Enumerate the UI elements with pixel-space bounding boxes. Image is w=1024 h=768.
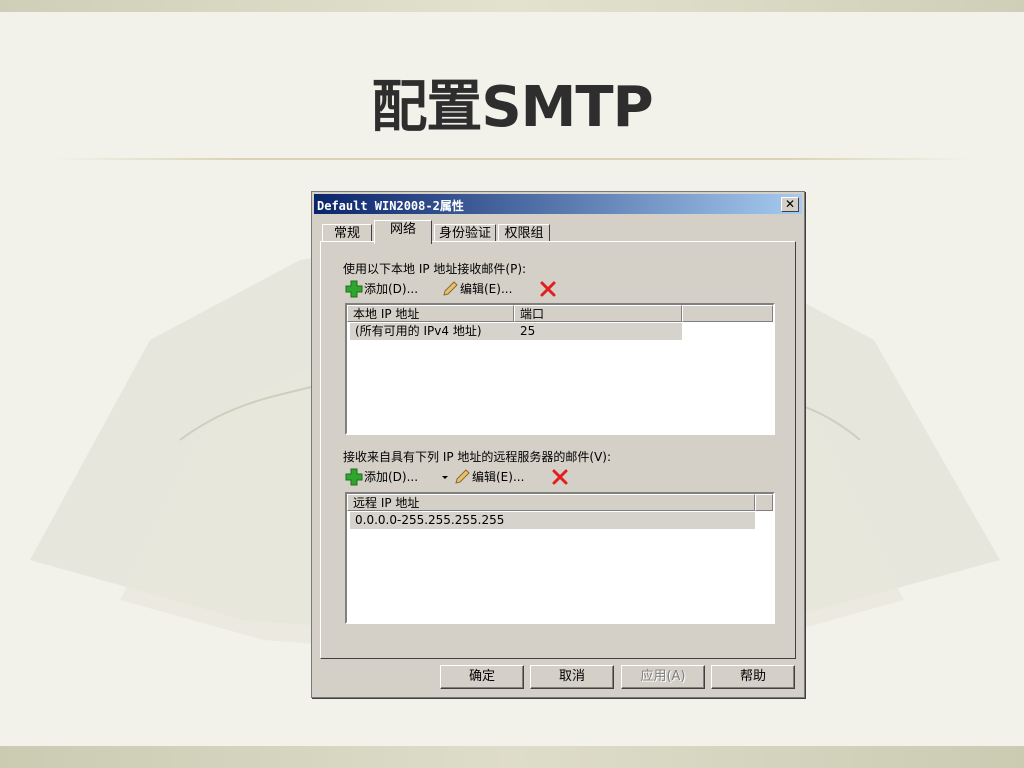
remote-ip-list-header: 远程 IP 地址 bbox=[347, 494, 773, 512]
tab-label: 身份验证 bbox=[438, 226, 491, 241]
column-header-empty bbox=[682, 305, 773, 322]
add-plus-icon bbox=[345, 468, 363, 486]
column-header-remote-ip[interactable]: 远程 IP 地址 bbox=[347, 494, 755, 511]
close-button[interactable]: ✕ bbox=[781, 197, 799, 212]
slide-title: 配置SMTP bbox=[371, 75, 653, 140]
local-ip-section-label: 使用以下本地 IP 地址接收邮件(P): bbox=[343, 262, 527, 276]
pencil-edit-icon bbox=[443, 281, 458, 296]
remote-ip-section-label: 接收来自具有下列 IP 地址的远程服务器的邮件(V): bbox=[343, 450, 612, 464]
cancel-button[interactable]: 取消 bbox=[530, 665, 614, 689]
help-button[interactable]: 帮助 bbox=[711, 665, 795, 689]
delete-x-icon bbox=[552, 469, 568, 485]
local-ip-list-header: 本地 IP 地址 端口 bbox=[347, 305, 773, 323]
remote-add-button[interactable]: 添加(D)... bbox=[345, 468, 418, 486]
remote-ip-toolbar: 添加(D)... 编辑(E)... bbox=[345, 468, 605, 486]
local-edit-button[interactable]: 编辑(E)... bbox=[441, 280, 512, 298]
remote-add-dropdown[interactable] bbox=[441, 468, 449, 486]
remote-edit-button[interactable]: 编辑(E)... bbox=[453, 468, 524, 486]
table-row[interactable]: (所有可用的 IPv4 地址) 25 bbox=[350, 323, 682, 340]
table-row[interactable]: 0.0.0.0-255.255.255.255 bbox=[350, 512, 755, 529]
edit-label: 编辑(E)... bbox=[460, 282, 513, 296]
remote-ip-list[interactable]: 远程 IP 地址 0.0.0.0-255.255.255.255 bbox=[345, 492, 775, 624]
column-header-local-ip[interactable]: 本地 IP 地址 bbox=[347, 305, 514, 322]
column-header-empty bbox=[755, 494, 773, 511]
slide-bottom-band bbox=[0, 746, 1024, 768]
remote-delete-button[interactable] bbox=[551, 468, 570, 486]
tab-network[interactable]: 网络 bbox=[374, 220, 432, 244]
ok-button[interactable]: 确定 bbox=[440, 665, 524, 689]
local-ip-toolbar: 添加(D)... 编辑(E)... bbox=[345, 280, 585, 298]
column-header-port[interactable]: 端口 bbox=[514, 305, 682, 322]
local-ip-list[interactable]: 本地 IP 地址 端口 (所有可用的 IPv4 地址) 25 bbox=[345, 303, 775, 435]
delete-x-icon bbox=[540, 281, 556, 297]
dialog-title: Default WIN2008-2属性 bbox=[317, 199, 464, 213]
add-label: 添加(D)... bbox=[364, 282, 419, 296]
tab-label: 权限组 bbox=[504, 226, 544, 241]
title-divider bbox=[50, 158, 974, 160]
close-icon: ✕ bbox=[784, 197, 796, 211]
dropdown-arrow-icon bbox=[442, 476, 448, 479]
remote-ip-cell: 0.0.0.0-255.255.255.255 bbox=[355, 513, 505, 527]
tab-label: 常规 bbox=[333, 226, 360, 241]
add-plus-icon bbox=[345, 280, 363, 298]
add-label: 添加(D)... bbox=[364, 470, 419, 484]
tab-label: 网络 bbox=[389, 222, 416, 237]
dialog-titlebar[interactable]: Default WIN2008-2属性 ✕ bbox=[314, 194, 802, 214]
properties-dialog: Default WIN2008-2属性 ✕ 常规 网络 身份验证 权限组 使用以… bbox=[311, 191, 805, 698]
network-tab-panel: 使用以下本地 IP 地址接收邮件(P): 添加(D)... 编辑(E)... 本… bbox=[320, 241, 796, 659]
local-delete-button[interactable] bbox=[539, 280, 558, 298]
local-ip-cell: (所有可用的 IPv4 地址) bbox=[355, 324, 482, 338]
local-add-button[interactable]: 添加(D)... bbox=[345, 280, 418, 298]
port-cell: 25 bbox=[520, 324, 536, 338]
pencil-edit-icon bbox=[455, 469, 470, 484]
apply-button[interactable]: 应用(A) bbox=[621, 665, 705, 689]
edit-label: 编辑(E)... bbox=[472, 470, 525, 484]
